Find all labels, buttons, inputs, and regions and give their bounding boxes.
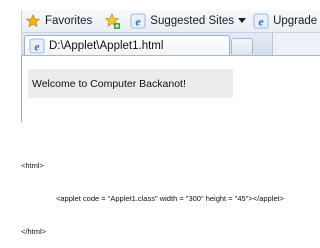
code-line-3: </html> — [21, 227, 47, 236]
svg-text:e: e — [258, 15, 264, 29]
ie-logo-icon: e — [253, 13, 269, 29]
favorites-button[interactable]: Favorites — [22, 10, 95, 32]
tab-title: D:\Applet\Applet1.html — [49, 39, 164, 52]
ie-page-icon: e — [29, 38, 45, 54]
add-favorite-icon — [104, 13, 121, 29]
svg-text:e: e — [34, 39, 40, 53]
applet-panel: Welcome to Computer Backanot! — [28, 69, 233, 98]
applet-message: Welcome to Computer Backanot! — [32, 77, 186, 90]
new-tab-button[interactable] — [231, 38, 253, 54]
html-source-text: <html> <applet code = "Applet1.class" wi… — [21, 138, 284, 248]
suggested-sites-label: Suggested Sites — [150, 15, 235, 27]
window-left-border — [21, 56, 22, 122]
tab-applet1[interactable]: e D:\Applet\Applet1.html — [24, 35, 230, 55]
add-to-favorites-button[interactable] — [101, 10, 127, 32]
svg-text:e: e — [136, 15, 142, 29]
favorites-star-icon — [25, 13, 41, 29]
suggested-sites-button[interactable]: e Suggested Sites — [127, 10, 250, 32]
toolbar-right-area — [272, 33, 320, 55]
favorites-label: Favorites — [45, 15, 93, 27]
tab-row: e D:\Applet\Applet1.html — [21, 33, 320, 56]
upgrade-browser-link[interactable]: e Upgrade Your Bro — [250, 10, 320, 32]
ie-logo-icon: e — [130, 13, 146, 29]
dropdown-arrow-icon — [237, 13, 247, 29]
code-line-2: <applet code = "Applet1.class" width = "… — [56, 194, 285, 203]
favorites-bar: Favorites e Suggested Sites e Upgrade Yo… — [21, 10, 320, 33]
code-line-1: <html> — [21, 161, 44, 170]
upgrade-label: Upgrade Your Bro — [273, 15, 320, 27]
